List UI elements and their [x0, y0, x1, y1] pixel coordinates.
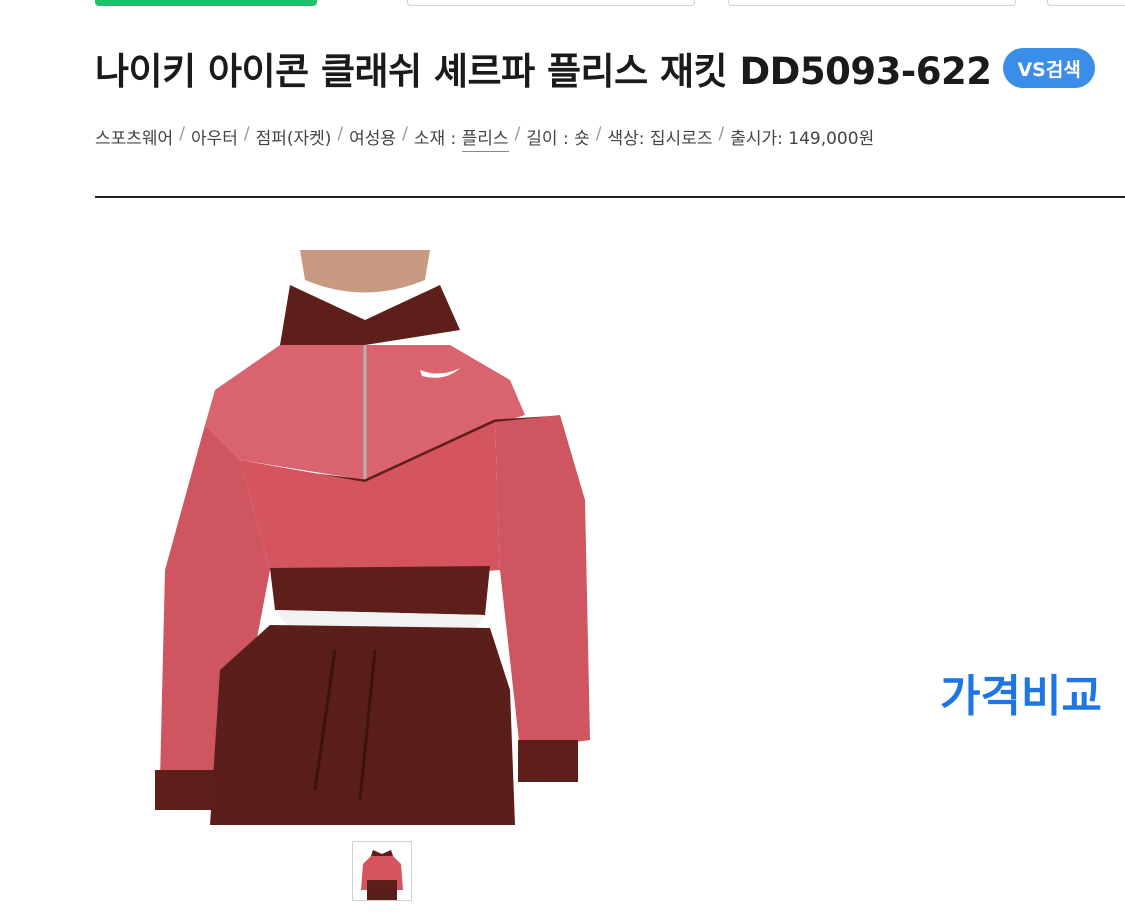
spec-material-label: 소재 :	[413, 129, 462, 149]
spec-item: 아우터	[190, 129, 238, 149]
secondary-action-button[interactable]	[728, 0, 1016, 6]
spec-list: 스포츠웨어 / 아우터 / 점퍼(자켓) / 여성용 / 소재 : 플리스 / 길이 : …	[95, 124, 875, 152]
spec-separator: /	[595, 124, 602, 144]
spec-item: 색상: 집시로즈	[607, 129, 713, 149]
vs-search-badge[interactable]: VS검색	[1003, 48, 1095, 88]
primary-action-button[interactable]	[95, 0, 317, 6]
spec-item: 여성용	[349, 129, 397, 149]
product-thumbnail[interactable]	[352, 841, 412, 901]
product-title: 나이키 아이콘 클래쉬 셰르파 플리스 재킷 DD5093-622	[95, 50, 992, 93]
jacket-illustration	[155, 250, 590, 825]
spec-material-link[interactable]: 플리스	[461, 129, 509, 152]
spec-separator: /	[514, 124, 521, 144]
spec-separator: /	[179, 124, 185, 144]
spec-item: 점퍼(자켓)	[255, 129, 332, 149]
spec-item-release-price: 출시가: 149,000원	[730, 129, 875, 149]
spec-item-material: 소재 : 플리스	[413, 124, 509, 152]
spec-separator: /	[718, 124, 725, 144]
title-row: 나이키 아이콘 클래쉬 셰르파 플리스 재킷 DD5093-622 VS검색	[95, 38, 1095, 98]
jacket-thumbnail-illustration	[353, 842, 411, 900]
top-toolbar	[0, 0, 1125, 8]
section-divider	[95, 196, 1125, 198]
secondary-action-button[interactable]	[1047, 0, 1125, 6]
spec-item: 스포츠웨어	[95, 129, 174, 149]
price-compare-label[interactable]: 가격비교	[940, 660, 1102, 724]
spec-separator: /	[337, 124, 344, 144]
spec-item: 길이 : 숏	[526, 129, 590, 149]
secondary-action-button[interactable]	[407, 0, 695, 6]
spec-separator: /	[243, 124, 250, 144]
spec-separator: /	[402, 124, 408, 144]
product-main-image[interactable]	[150, 250, 590, 825]
